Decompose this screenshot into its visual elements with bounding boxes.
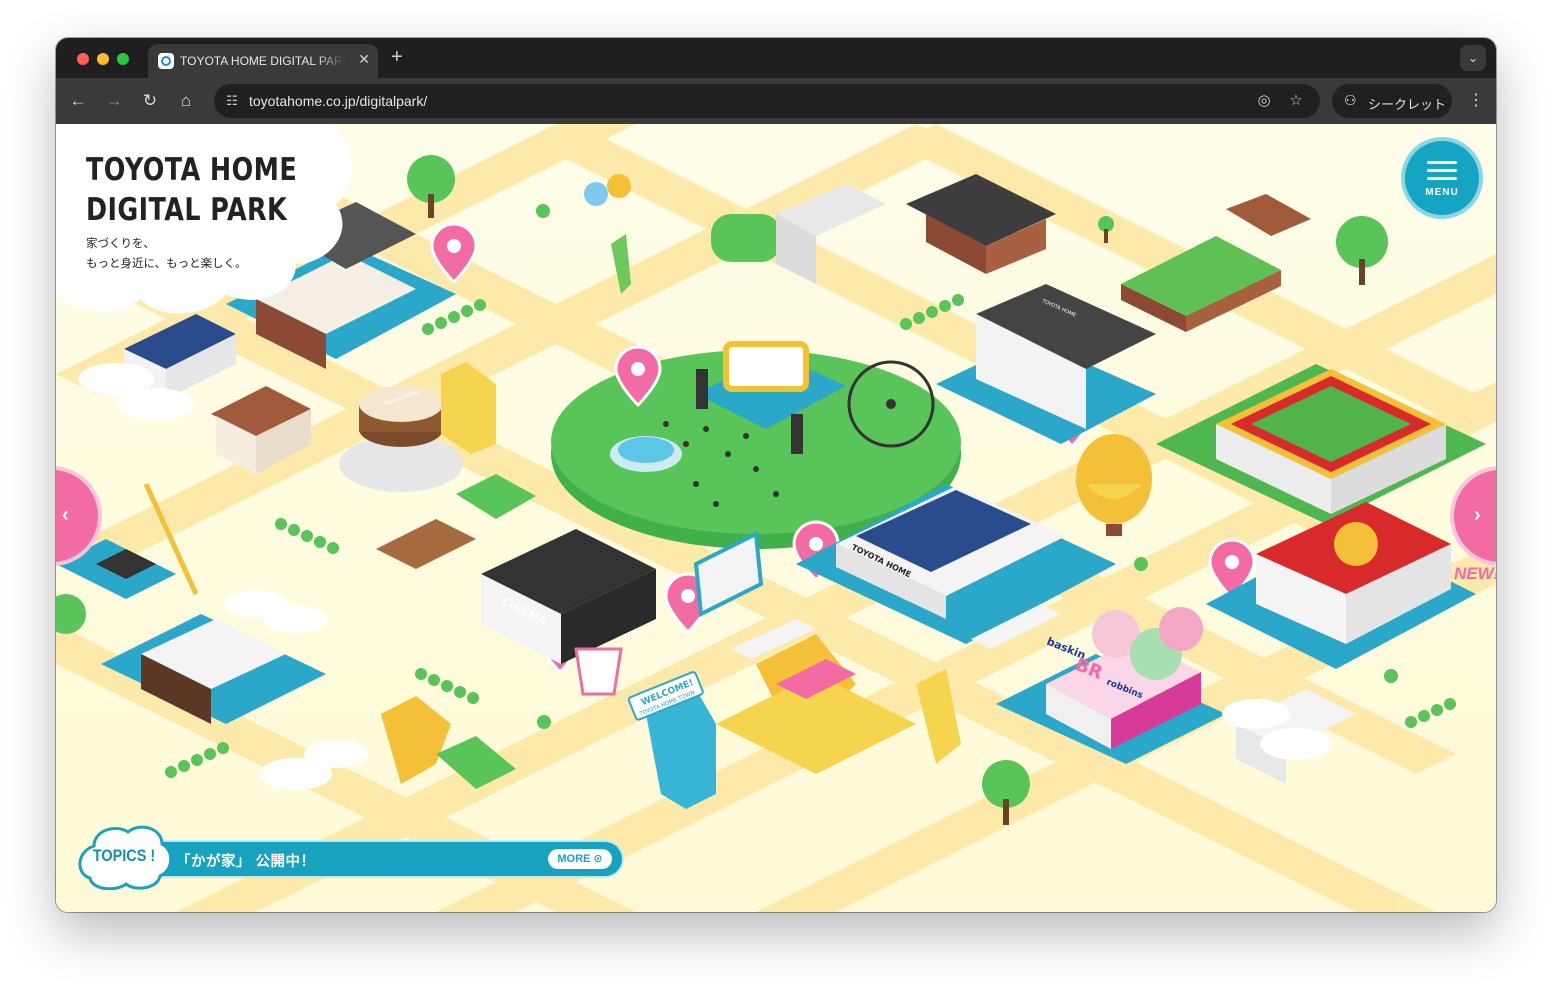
more-menu-icon[interactable]: ⋮ <box>1468 90 1484 110</box>
hamburger-icon <box>1427 161 1457 164</box>
toolbar: ← → ↻ ⌂ ☷ toyotahome.co.jp/digitalpark/ … <box>56 78 1496 124</box>
topics-bar[interactable]: 「かが家」 公開中！ MORE ⊙ <box>156 842 622 876</box>
topics-label: TOPICS ! <box>92 846 156 865</box>
logo-line2: DIGITAL PARK <box>86 192 288 228</box>
tab-strip: TOYOTA HOME DIGITAL PARK ✕ + ⌄ <box>56 38 1496 78</box>
forward-icon[interactable]: → <box>102 89 126 113</box>
chevron-left-icon: ‹ <box>62 504 69 526</box>
maximize-window-button[interactable] <box>117 53 129 65</box>
bookmark-star-icon[interactable]: ☆ <box>1286 91 1306 111</box>
favicon-icon <box>158 53 174 69</box>
address-bar[interactable]: ☷ toyotahome.co.jp/digitalpark/ ◎ ☆ <box>214 84 1320 118</box>
tagline: 家づくりを、 もっと身近に、もっと楽しく。 <box>86 234 247 274</box>
page-content: CINEMA TOYOTA HOME WELCOME! TOYOTA HOME … <box>56 124 1496 912</box>
incognito-icon: ⚇ <box>1344 92 1357 108</box>
tab-close-icon[interactable]: ✕ <box>358 51 370 68</box>
topics-text[interactable]: 「かが家」 公開中！ <box>176 850 316 871</box>
new-tab-button[interactable]: + <box>391 46 403 69</box>
site-info-icon[interactable]: ☷ <box>222 91 242 111</box>
new-badge: NEW! <box>1454 564 1496 583</box>
tab-title: TOYOTA HOME DIGITAL PARK <box>180 54 345 68</box>
logo-line1: TOYOTA HOME <box>86 152 298 188</box>
close-window-button[interactable] <box>77 53 89 65</box>
chevron-right-icon: › <box>1474 504 1481 526</box>
tab-active[interactable]: TOYOTA HOME DIGITAL PARK ✕ <box>148 44 378 78</box>
menu-label: MENU <box>1425 187 1459 198</box>
more-button[interactable]: MORE ⊙ <box>548 849 612 869</box>
back-icon[interactable]: ← <box>66 89 90 113</box>
incognito-label: シークレット <box>1368 97 1447 112</box>
tagline-line2: もっと身近に、もっと楽しく。 <box>86 258 247 270</box>
menu-button[interactable]: MENU <box>1405 141 1479 215</box>
tab-search-icon[interactable]: ⌄ <box>1460 45 1486 71</box>
eye-off-icon[interactable]: ◎ <box>1254 91 1274 111</box>
hamburger-line <box>1427 169 1457 172</box>
browser-window: TOYOTA HOME DIGITAL PARK ✕ + ⌄ ← → ↻ ⌂ ☷… <box>56 38 1496 912</box>
home-icon[interactable]: ⌂ <box>174 89 198 113</box>
incognito-badge[interactable]: ⚇ シークレット <box>1332 84 1452 118</box>
hamburger-line <box>1427 177 1457 180</box>
tagline-line1: 家づくりを、 <box>86 238 155 250</box>
reload-icon[interactable]: ↻ <box>138 89 162 113</box>
site-logo[interactable]: TOYOTA HOME DIGITAL PARK <box>86 150 297 230</box>
url-text[interactable]: toyotahome.co.jp/digitalpark/ <box>249 93 427 109</box>
topics-badge: TOPICS ! <box>76 824 172 890</box>
minimize-window-button[interactable] <box>97 53 109 65</box>
